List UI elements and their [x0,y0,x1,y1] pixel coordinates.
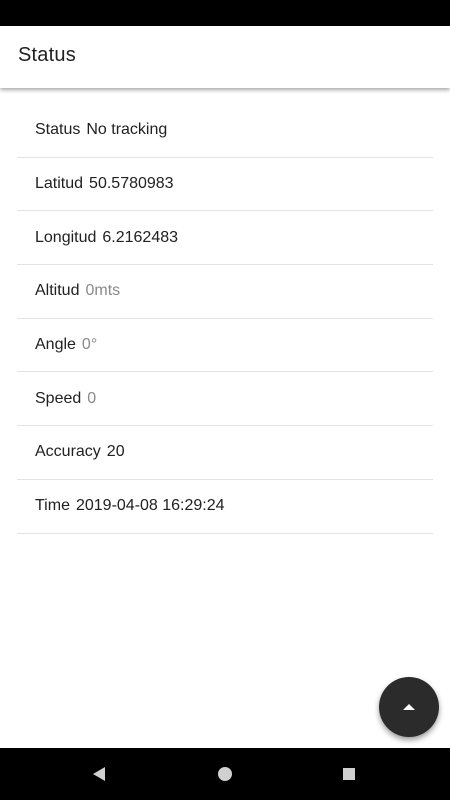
longitude-value: 6.2162483 [102,228,179,246]
latitude-row: Latitud 50.5780983 [17,158,433,212]
status-list: Status No tracking Latitud 50.5780983 Lo… [17,104,433,534]
time-value: 2019-04-08 16:29:24 [75,497,225,515]
accuracy-value: 20 [106,443,125,461]
home-icon[interactable] [218,767,232,781]
page-title: Status [18,44,76,66]
altitude-label: Altitud [35,282,80,300]
speed-label: Speed [35,389,82,407]
angle-value: 0° [81,336,98,354]
system-nav-bar [0,748,450,800]
time-label: Time [35,497,70,515]
accuracy-row: Accuracy 20 [17,426,433,480]
expand-fab-button[interactable] [379,677,439,737]
arrow-up-icon [403,704,415,710]
back-icon[interactable] [93,767,105,781]
altitude-row: Altitud 0mts [17,265,433,319]
app-bar: Status [0,26,450,88]
speed-value: 0 [87,389,97,407]
status-row: Status No tracking [17,104,433,158]
system-status-bar [0,0,450,26]
longitude-label: Longitud [35,228,97,246]
accuracy-label: Accuracy [35,443,101,461]
angle-row: Angle 0° [17,319,433,373]
time-row: Time 2019-04-08 16:29:24 [17,480,433,534]
speed-row: Speed 0 [17,372,433,427]
latitude-value: 50.5780983 [89,175,174,193]
status-label: Status [35,121,81,139]
status-value: No tracking [86,121,168,139]
longitude-row: Longitud 6.2162483 [17,211,433,266]
altitude-value: 0mts [85,282,121,300]
latitude-label: Latitud [35,175,84,193]
recents-icon[interactable] [343,768,355,780]
angle-label: Angle [35,336,76,354]
